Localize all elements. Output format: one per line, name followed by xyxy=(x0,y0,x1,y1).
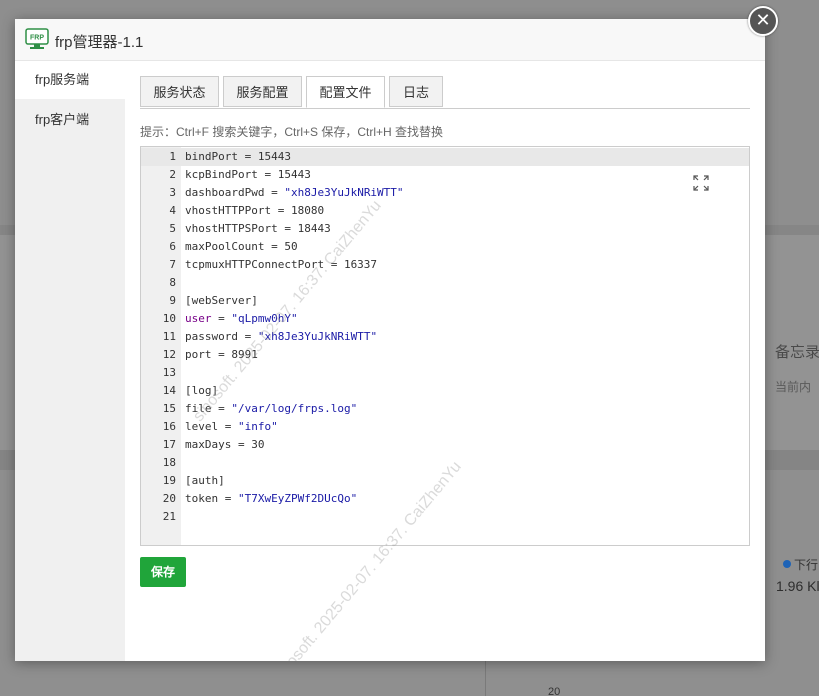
bg-axis-value: 20 xyxy=(548,686,561,698)
code-line[interactable]: 7 tcpmuxHTTPConnectPort = 16337 xyxy=(141,256,749,274)
frp-app-icon: FRP xyxy=(25,28,49,49)
tab-log[interactable]: 日志 xyxy=(389,76,443,107)
main-content: 服务状态 服务配置 配置文件 日志 提示：Ctrl+F 搜索关键字，Ctrl+S… xyxy=(140,61,750,661)
code-line[interactable]: 9 [webServer] xyxy=(141,292,749,310)
line-number: 17 xyxy=(162,438,176,451)
code-line[interactable]: 5 vhostHTTPSPort = 18443 xyxy=(141,220,749,238)
sidebar: frp服务端 frp客户端 xyxy=(15,61,126,661)
tab-service-status[interactable]: 服务状态 xyxy=(140,76,219,107)
code-line[interactable]: 8 xyxy=(141,274,749,292)
line-number: 2 xyxy=(169,168,176,181)
line-number: 11 xyxy=(162,330,176,343)
line-number: 10 xyxy=(162,312,176,325)
code-line[interactable]: 19 [auth] xyxy=(141,472,749,490)
save-button[interactable]: 保存 xyxy=(140,557,186,587)
sidebar-item-frp-client[interactable]: frp客户端 xyxy=(15,101,125,139)
code-text: [webServer] xyxy=(185,294,258,307)
line-number: 9 xyxy=(169,294,176,307)
modal-title: frp管理器-1.1 xyxy=(55,34,144,51)
code-text: vhostHTTPPort = 18080 xyxy=(185,204,325,217)
code-line[interactable]: 6 maxPoolCount = 50 xyxy=(141,238,749,256)
line-number: 13 xyxy=(162,366,176,379)
line-number: 5 xyxy=(169,222,176,235)
code-text: dashboardPwd = "xh8Je3YuJkNRiWTT" xyxy=(185,186,404,199)
line-number: 8 xyxy=(169,276,176,289)
bg-download-value: 1.96 Kl xyxy=(776,578,819,594)
line-number: 7 xyxy=(169,258,176,271)
line-number: 6 xyxy=(169,240,176,253)
code-text: level = "info" xyxy=(185,420,278,433)
frp-manager-modal: FRP frp管理器-1.1 frp服务端 frp客户端 服务状态 服务配置 配… xyxy=(15,19,765,661)
code-text: password = "xh8Je3YuJkNRiWTT" xyxy=(185,330,378,343)
code-line[interactable]: 20 token = "T7XwEyZPWf2DUcQo" xyxy=(141,490,749,508)
line-number: 16 xyxy=(162,420,176,433)
line-number: 12 xyxy=(162,348,176,361)
code-line[interactable]: 15 file = "/var/log/frps.log" xyxy=(141,400,749,418)
line-number: 1 xyxy=(169,150,176,163)
code-text: [auth] xyxy=(185,474,225,487)
code-line[interactable]: 14 [log] xyxy=(141,382,749,400)
code-line[interactable]: 21 xyxy=(141,508,749,526)
bg-download-label: 下行 xyxy=(794,558,819,572)
close-icon[interactable]: ✕ xyxy=(748,6,778,36)
code-line[interactable]: 3 dashboardPwd = "xh8Je3YuJkNRiWTT" xyxy=(141,184,749,202)
code-line[interactable]: 13 xyxy=(141,364,749,382)
code-text: kcpBindPort = 15443 xyxy=(185,168,311,181)
code-text: port = 8991 xyxy=(185,348,258,361)
tab-config-file[interactable]: 配置文件 xyxy=(306,76,385,108)
bg-memo-sub: 当前内 xyxy=(775,380,812,394)
tab-bar: 服务状态 服务配置 配置文件 日志 xyxy=(140,76,750,109)
code-text: token = "T7XwEyZPWf2DUcQo" xyxy=(185,492,358,505)
line-number: 21 xyxy=(162,510,176,523)
code-line[interactable]: 4 vhostHTTPPort = 18080 xyxy=(141,202,749,220)
line-number: 3 xyxy=(169,186,176,199)
line-number: 15 xyxy=(162,402,176,415)
modal-header: FRP frp管理器-1.1 xyxy=(15,19,765,61)
code-text: vhostHTTPSPort = 18443 xyxy=(185,222,331,235)
line-number: 20 xyxy=(162,492,176,505)
code-line[interactable]: 11 password = "xh8Je3YuJkNRiWTT" xyxy=(141,328,749,346)
line-number: 19 xyxy=(162,474,176,487)
bg-memo-title: 备忘录 xyxy=(775,344,819,361)
code-line[interactable]: 1 bindPort = 15443 xyxy=(141,148,749,166)
tab-service-config[interactable]: 服务配置 xyxy=(223,76,302,107)
code-text: [log] xyxy=(185,384,219,397)
code-line[interactable]: 2 kcpBindPort = 15443 xyxy=(141,166,749,184)
code-text: file = "/var/log/frps.log" xyxy=(185,402,358,415)
code-line[interactable]: 17 maxDays = 30 xyxy=(141,436,749,454)
sidebar-item-frp-server[interactable]: frp服务端 xyxy=(15,61,126,99)
code-text: bindPort = 15443 xyxy=(185,150,291,163)
code-line[interactable]: 10 user = "qLpmw0hY" xyxy=(141,310,749,328)
bg-download-dot xyxy=(783,560,791,568)
expand-icon[interactable] xyxy=(692,174,710,192)
config-code-editor[interactable]: 1 bindPort = 15443 2 kcpBindPort = 15443 3 da… xyxy=(140,146,750,546)
code-text: maxPoolCount = 50 xyxy=(185,240,298,253)
code-line[interactable]: 16 level = "info" xyxy=(141,418,749,436)
code-text: user = "qLpmw0hY" xyxy=(185,312,298,325)
code-text: tcpmuxHTTPConnectPort = 16337 xyxy=(185,258,378,271)
line-number: 18 xyxy=(162,456,176,469)
frp-icon-text: FRP xyxy=(30,35,44,42)
shortcut-hint: 提示：Ctrl+F 搜索关键字，Ctrl+S 保存，Ctrl+H 查找替换 xyxy=(140,125,444,139)
line-number: 14 xyxy=(162,384,176,397)
code-text: maxDays = 30 xyxy=(185,438,265,451)
code-line[interactable]: 12 port = 8991 xyxy=(141,346,749,364)
code-line[interactable]: 18 xyxy=(141,454,749,472)
line-number: 4 xyxy=(169,204,176,217)
